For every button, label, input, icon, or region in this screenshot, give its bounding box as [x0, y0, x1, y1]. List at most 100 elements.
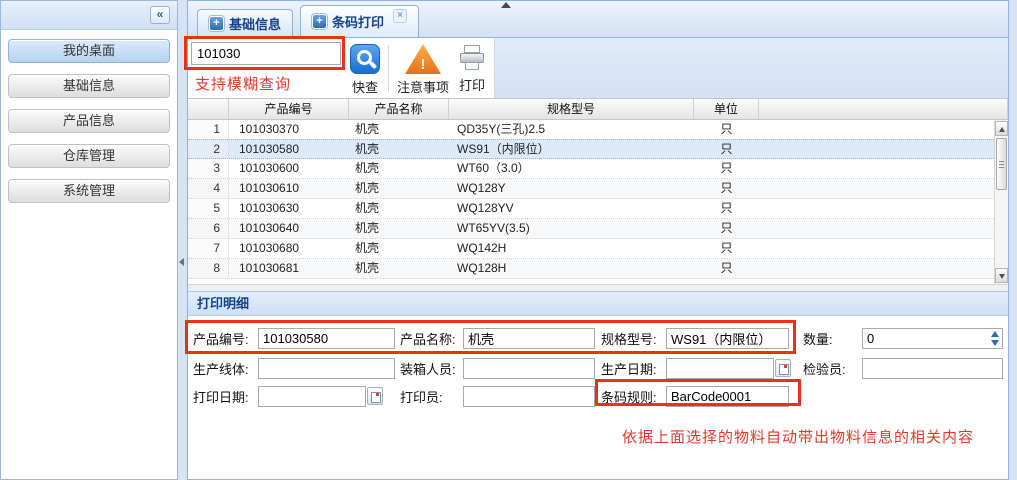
form-annotation-text: 依据上面选择的物料自动带出物料信息的相关内容 [622, 426, 974, 447]
tab-add-icon: + [312, 14, 327, 29]
tab-basic-info[interactable]: + 基础信息 [197, 9, 293, 37]
spec-input[interactable] [666, 328, 789, 349]
product-name-label: 产品名称: [400, 329, 463, 348]
table-bottom-strip [188, 284, 1008, 291]
sidebar-item-system[interactable]: 系统管理 [8, 179, 170, 203]
warning-icon: ! [405, 44, 441, 74]
field-packer: 装箱人员: [400, 357, 595, 379]
cell-name: 机壳 [349, 219, 449, 238]
table-row[interactable]: 8 101030681 机壳 WQ128H 只 [188, 259, 1008, 279]
print-detail-form: 产品编号: 产品名称: 规格型号: 数量: 生产线体: [188, 316, 1008, 479]
spinner-down-icon[interactable] [987, 338, 1002, 348]
sidebar-menu: 我的桌面 基础信息 产品信息 仓库管理 系统管理 [1, 30, 177, 212]
column-header-spec[interactable]: 规格型号 [449, 99, 694, 119]
printer-name-input[interactable] [463, 386, 595, 407]
print-date-input[interactable] [258, 386, 366, 407]
table-row[interactable]: 6 101030640 机壳 WT65YV(3.5) 只 [188, 219, 1008, 239]
toolbar-left: 支持模糊查询 快查 ! 注意事项 打印 [188, 38, 495, 98]
cell-unit: 只 [694, 140, 759, 158]
quantity-stepper[interactable] [862, 328, 1003, 349]
field-spec: 规格型号: [601, 327, 789, 349]
cell-unit: 只 [694, 239, 759, 258]
spec-label: 规格型号: [601, 329, 666, 348]
field-quantity: 数量: [803, 327, 1003, 349]
sidebar-item-basic-info[interactable]: 基础信息 [8, 74, 170, 98]
quick-search-button[interactable]: 快查 [345, 42, 385, 98]
packer-input[interactable] [463, 358, 595, 379]
search-icon [350, 44, 380, 74]
table-row[interactable]: 4 101030610 机壳 WQ128Y 只 [188, 179, 1008, 199]
table-row[interactable]: 5 101030630 机壳 WQ128YV 只 [188, 199, 1008, 219]
cell-spec: QD35Y(三孔)2.5 [449, 120, 694, 139]
table-row[interactable]: 7 101030680 机壳 WQ142H 只 [188, 239, 1008, 259]
cell-spec: WT60（3.0） [449, 159, 694, 178]
calendar-icon[interactable] [775, 359, 791, 377]
cell-spec: WQ128YV [449, 199, 694, 218]
column-header-code[interactable]: 产品编号 [229, 99, 349, 119]
tab-bar: + 基础信息 + 条码打印 × [188, 1, 1008, 38]
inspector-input[interactable] [862, 358, 1003, 379]
quantity-label: 数量: [803, 329, 862, 348]
cell-name: 机壳 [349, 259, 449, 278]
search-input[interactable] [191, 42, 341, 65]
calendar-icon[interactable] [367, 387, 383, 405]
scroll-up-icon[interactable] [995, 121, 1008, 136]
production-line-input[interactable] [258, 358, 395, 379]
sidebar-item-warehouse[interactable]: 仓库管理 [8, 144, 170, 168]
cell-code: 101030640 [229, 219, 349, 238]
tab-close-icon[interactable]: × [393, 9, 407, 23]
field-production-line: 生产线体: [193, 357, 395, 379]
cell-code: 101030630 [229, 199, 349, 218]
panel-collapse-handle-icon[interactable] [501, 2, 511, 8]
panel-splitter[interactable] [178, 0, 187, 480]
sidebar-collapse-icon[interactable]: « [150, 6, 170, 24]
vertical-scrollbar[interactable] [994, 120, 1008, 284]
cell-rownum: 6 [188, 219, 229, 238]
scrollbar-thumb[interactable] [996, 138, 1007, 190]
sidebar-item-my-desktop[interactable]: 我的桌面 [8, 39, 170, 63]
print-label: 打印 [459, 75, 485, 94]
table-row[interactable]: 3 101030600 机壳 WT60（3.0） 只 [188, 159, 1008, 179]
print-button[interactable]: 打印 [454, 42, 490, 98]
product-code-label: 产品编号: [193, 329, 258, 348]
printer-name-label: 打印员: [400, 387, 463, 406]
column-header-filler [759, 99, 1008, 119]
cell-unit: 只 [694, 120, 759, 139]
cell-code: 101030610 [229, 179, 349, 198]
splitter-collapse-icon[interactable] [179, 258, 184, 266]
cell-spec: WQ128H [449, 259, 694, 278]
product-code-input[interactable] [258, 328, 395, 349]
production-line-label: 生产线体: [193, 359, 258, 378]
column-header-unit[interactable]: 单位 [694, 99, 759, 119]
print-date-label: 打印日期: [193, 387, 258, 406]
tab-barcode-print[interactable]: + 条码打印 × [300, 5, 419, 37]
product-name-input[interactable] [463, 328, 595, 349]
cell-spec: WT65YV(3.5) [449, 219, 694, 238]
cell-name: 机壳 [349, 179, 449, 198]
cell-unit: 只 [694, 159, 759, 178]
spinner [987, 329, 1002, 348]
search-hint-text: 支持模糊查询 [195, 73, 345, 94]
production-date-input[interactable] [666, 358, 774, 379]
spinner-up-icon[interactable] [987, 329, 1002, 339]
scroll-down-icon[interactable] [995, 268, 1008, 283]
cell-name: 机壳 [349, 140, 449, 158]
inspector-label: 检验员: [803, 359, 862, 378]
field-product-name: 产品名称: [400, 327, 595, 349]
field-product-code: 产品编号: [193, 327, 395, 349]
field-print-date: 打印日期: [193, 385, 383, 407]
sidebar: « 我的桌面 基础信息 产品信息 仓库管理 系统管理 [0, 0, 178, 480]
cell-name: 机壳 [349, 120, 449, 139]
table-row-selected[interactable]: 2 101030580 机壳 WS91（内限位） 只 [188, 139, 1008, 159]
quick-search-label: 快查 [352, 77, 378, 96]
toolbar-separator [388, 45, 389, 92]
notes-button[interactable]: ! 注意事项 [392, 42, 454, 98]
cell-name: 机壳 [349, 159, 449, 178]
notes-label: 注意事项 [397, 77, 449, 96]
cell-code: 101030370 [229, 120, 349, 139]
sidebar-item-product-info[interactable]: 产品信息 [8, 109, 170, 133]
cell-spec: WQ142H [449, 239, 694, 258]
table-row[interactable]: 1 101030370 机壳 QD35Y(三孔)2.5 只 [188, 120, 1008, 140]
column-header-name[interactable]: 产品名称 [349, 99, 449, 119]
barcode-rule-input[interactable] [666, 386, 789, 407]
